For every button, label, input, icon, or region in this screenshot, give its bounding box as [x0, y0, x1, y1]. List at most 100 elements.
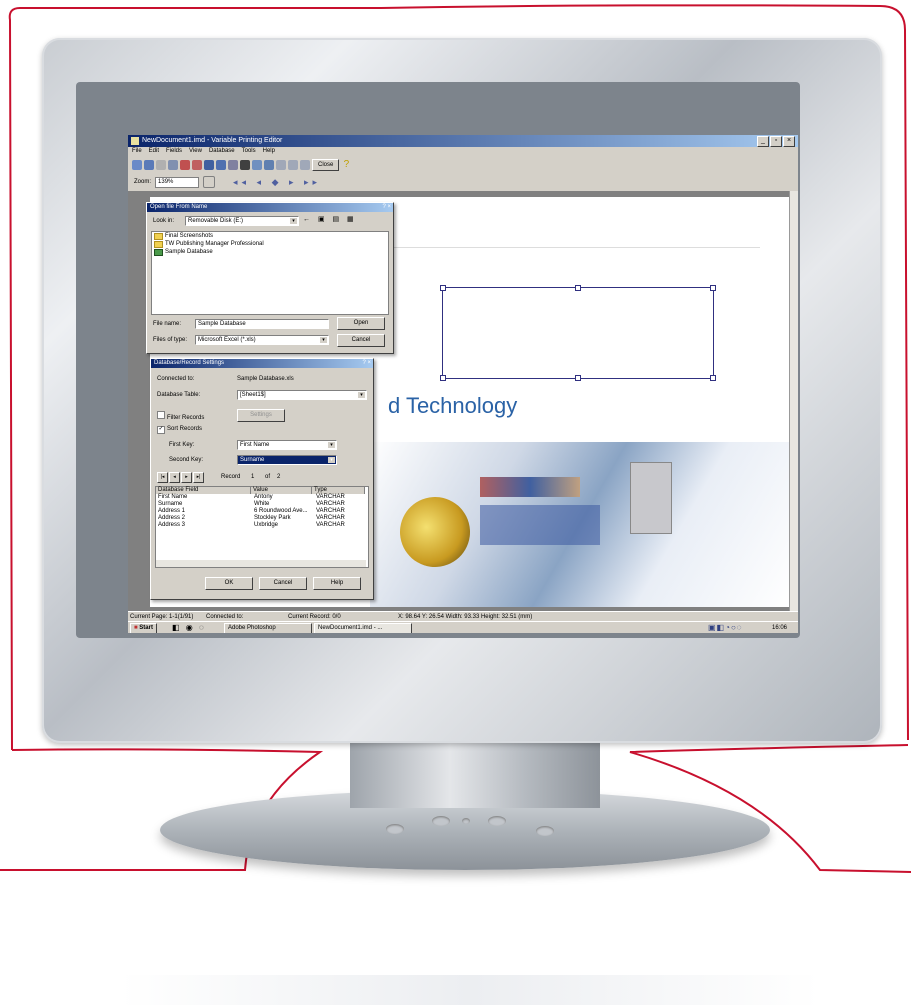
- file-type-select[interactable]: Microsoft Excel (*.xls) ▾: [195, 335, 329, 345]
- task-newdocument[interactable]: NewDocument1.imd - ...: [314, 623, 412, 633]
- task-photoshop[interactable]: Adobe Photoshop: [224, 623, 312, 633]
- last-record-button[interactable]: ▸|: [193, 472, 204, 483]
- monitor-button[interactable]: [386, 824, 404, 834]
- selected-frame[interactable]: [440, 285, 716, 381]
- close-window-button[interactable]: ×: [783, 136, 795, 147]
- monitor-button[interactable]: [488, 816, 506, 826]
- table-select[interactable]: [Sheet1$] ▾: [237, 390, 367, 400]
- folder-nav-icons[interactable]: ← ▣ ▤ ▦: [303, 216, 357, 224]
- monitor-led: [462, 818, 470, 824]
- dialog-close-icon[interactable]: ? ×: [362, 359, 371, 368]
- table-label: Database Table:: [157, 392, 201, 398]
- app-title: NewDocument1.imd - Variable Printing Edi…: [142, 137, 283, 144]
- clock: 16:06: [772, 625, 788, 631]
- record-total: 2: [277, 474, 281, 480]
- tray-icons[interactable]: ▣◧◔○◌: [708, 622, 743, 633]
- copy-icon[interactable]: [216, 160, 226, 170]
- menu-tools[interactable]: Tools: [242, 147, 256, 156]
- file-list[interactable]: Final Screenshots TW Publishing Manager …: [151, 231, 389, 315]
- table-row[interactable]: Address 3 Uxbridge VARCHAR: [156, 522, 368, 529]
- open-button[interactable]: Open: [337, 317, 385, 330]
- ok-button[interactable]: OK: [205, 577, 253, 590]
- align-right-icon[interactable]: [300, 160, 310, 170]
- cut-icon[interactable]: [204, 160, 214, 170]
- menu-view[interactable]: View: [189, 147, 202, 156]
- menu-fields[interactable]: Fields: [166, 147, 182, 156]
- close-button[interactable]: Close: [312, 159, 340, 171]
- first-key-select[interactable]: First Name ▾: [237, 440, 337, 450]
- app-titlebar: NewDocument1.imd - Variable Printing Edi…: [128, 135, 798, 147]
- minimize-button[interactable]: _: [757, 136, 769, 147]
- quicklaunch-icons[interactable]: ◧ ◉ ◌: [172, 622, 206, 633]
- record-label: Record: [221, 474, 241, 480]
- next-record-button[interactable]: ▸: [181, 472, 192, 483]
- table-row[interactable]: Address 16 Roundwood Ave... VARCHAR: [156, 508, 368, 515]
- document-heading: d Technology: [388, 393, 518, 418]
- menu-file[interactable]: File: [132, 147, 142, 156]
- open-dialog-title: Open file From Name: [150, 204, 208, 210]
- cancel-button[interactable]: Cancel: [259, 577, 307, 590]
- link-icon[interactable]: [264, 160, 274, 170]
- connected-value: Sample Database.xls: [237, 376, 294, 382]
- record-navigation-icons[interactable]: ◂◂ ◂ ◆ ▸ ▸▸: [233, 177, 321, 188]
- col-value[interactable]: Value: [251, 487, 312, 494]
- screen-graphic-image: [480, 505, 600, 545]
- start-button[interactable]: ■ Start: [130, 623, 157, 633]
- sort-records-checkbox[interactable]: ✓ Sort Records: [157, 425, 202, 434]
- checkbox-checked[interactable]: ✓: [157, 426, 165, 434]
- menu-bar: File Edit Fields View Database Tools Hel…: [128, 147, 275, 156]
- align-center-icon[interactable]: [288, 160, 298, 170]
- folder-icon: [154, 232, 163, 240]
- monitor-button[interactable]: [432, 816, 450, 826]
- pointer-icon[interactable]: [156, 160, 166, 170]
- menu-help[interactable]: Help: [263, 147, 275, 156]
- second-key-select[interactable]: Surname ▾: [237, 455, 337, 465]
- maximize-button[interactable]: ▫: [770, 136, 782, 147]
- first-record-button[interactable]: |◂: [157, 472, 168, 483]
- checkbox[interactable]: [157, 411, 165, 419]
- connected-label: Connected to:: [157, 376, 195, 382]
- floor-reflection: [120, 975, 820, 1005]
- cancel-button[interactable]: Cancel: [337, 334, 385, 347]
- help-button[interactable]: Help: [313, 577, 361, 590]
- col-field[interactable]: Database Field: [156, 487, 251, 494]
- redo-icon[interactable]: [192, 160, 202, 170]
- new-icon[interactable]: [132, 160, 142, 170]
- field-icon[interactable]: [252, 160, 262, 170]
- table-row[interactable]: Address 2 Stockley Park VARCHAR: [156, 515, 368, 522]
- first-key-label: First Key:: [169, 442, 195, 448]
- table-row[interactable]: First Name Antony VARCHAR: [156, 494, 368, 501]
- vertical-scrollbar[interactable]: [789, 191, 798, 611]
- app-icon: [131, 137, 139, 145]
- menu-edit[interactable]: Edit: [149, 147, 159, 156]
- zoom-bar: Zoom: 139% ◂◂ ◂ ◆ ▸ ▸▸: [134, 176, 321, 188]
- zoom-select[interactable]: 139%: [155, 176, 200, 188]
- table-row[interactable]: Surname White VARCHAR: [156, 501, 368, 508]
- zoom-dropdown-icon[interactable]: [203, 176, 216, 188]
- monitor-button[interactable]: [536, 826, 554, 836]
- file-name-input[interactable]: Sample Database: [195, 319, 329, 329]
- prev-record-button[interactable]: ◂: [169, 472, 180, 483]
- look-in-select[interactable]: Removable Disk (E:) ▾: [185, 216, 299, 226]
- paste-icon[interactable]: [228, 160, 238, 170]
- menu-database[interactable]: Database: [209, 147, 235, 156]
- record-grid: Database Field Value Type First Name Anto…: [155, 486, 369, 568]
- settings-button[interactable]: Settings: [237, 409, 285, 422]
- filter-records-checkbox[interactable]: Filter Records: [157, 411, 204, 422]
- help-icon[interactable]: ?: [341, 160, 351, 170]
- remove-icon[interactable]: [240, 160, 250, 170]
- list-item[interactable]: TW Publishing Manager Professional: [152, 240, 388, 248]
- db-dialog-title: Database/Record Settings: [154, 360, 225, 366]
- monitor-neck: [350, 738, 600, 808]
- list-item[interactable]: Final Screenshots: [152, 232, 388, 240]
- save-icon[interactable]: [144, 160, 154, 170]
- align-icon[interactable]: [276, 160, 286, 170]
- delete-icon[interactable]: [168, 160, 178, 170]
- col-type[interactable]: Type: [312, 487, 365, 494]
- list-item[interactable]: Sample Database: [152, 248, 388, 256]
- screen: NewDocument1.imd - Variable Printing Edi…: [128, 135, 798, 633]
- undo-icon[interactable]: [180, 160, 190, 170]
- dialog-close-icon[interactable]: ? ×: [382, 203, 391, 212]
- handheld-device-image: [630, 462, 672, 534]
- horizontal-scrollbar[interactable]: [156, 560, 366, 567]
